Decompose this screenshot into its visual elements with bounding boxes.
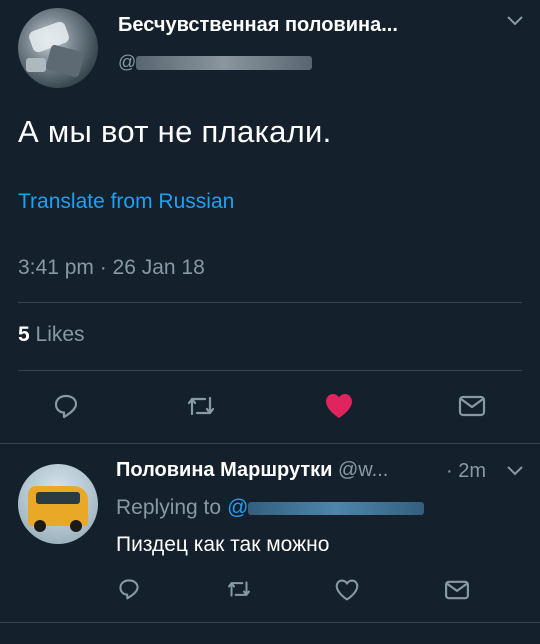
divider bbox=[0, 622, 540, 623]
likes-count: 5 bbox=[18, 323, 30, 346]
chevron-down-icon[interactable] bbox=[506, 10, 524, 33]
reply-author[interactable]: Половина Маршрутки @w... bbox=[116, 459, 388, 482]
reply-icon[interactable] bbox=[52, 392, 80, 420]
author-display-name[interactable]: Бесчувственная половина... bbox=[118, 14, 398, 37]
main-tweet: Бесчувственная половина... @ А мы вот не… bbox=[0, 0, 540, 442]
replying-handle-prefix[interactable]: @ bbox=[227, 496, 248, 520]
avatar[interactable] bbox=[18, 464, 98, 544]
avatar[interactable] bbox=[18, 8, 98, 88]
reply-icon[interactable] bbox=[117, 577, 141, 601]
chevron-down-icon[interactable] bbox=[506, 460, 524, 483]
divider bbox=[0, 443, 540, 444]
divider bbox=[18, 370, 522, 371]
reply-text: Пиздец как так можно bbox=[116, 533, 330, 556]
reply-display-name[interactable]: Половина Маршрутки bbox=[116, 459, 332, 481]
redacted-handle bbox=[248, 501, 425, 515]
reply-time[interactable]: · 2m bbox=[446, 460, 486, 483]
like-icon[interactable] bbox=[334, 578, 360, 602]
handle-prefix: @ bbox=[118, 52, 137, 72]
likes-label: Likes bbox=[35, 323, 85, 346]
replying-to: Replying to @ bbox=[116, 496, 425, 520]
retweet-icon[interactable] bbox=[226, 579, 252, 599]
direct-message-icon[interactable] bbox=[458, 395, 486, 417]
retweet-icon[interactable] bbox=[186, 394, 216, 418]
translate-link[interactable]: Translate from Russian bbox=[18, 190, 234, 214]
redacted-handle bbox=[136, 55, 313, 70]
likes-stat[interactable]: 5 Likes bbox=[18, 323, 85, 347]
like-icon[interactable] bbox=[324, 392, 354, 420]
reply-handle[interactable]: @w... bbox=[338, 459, 388, 481]
divider bbox=[18, 302, 522, 303]
tweet-text: А мы вот не плакали. bbox=[18, 114, 332, 149]
author-handle[interactable]: @ bbox=[118, 52, 313, 73]
replying-label: Replying to bbox=[116, 496, 222, 519]
direct-message-icon[interactable] bbox=[444, 580, 470, 600]
tweet-timestamp[interactable]: 3:41 pm · 26 Jan 18 bbox=[18, 256, 205, 280]
